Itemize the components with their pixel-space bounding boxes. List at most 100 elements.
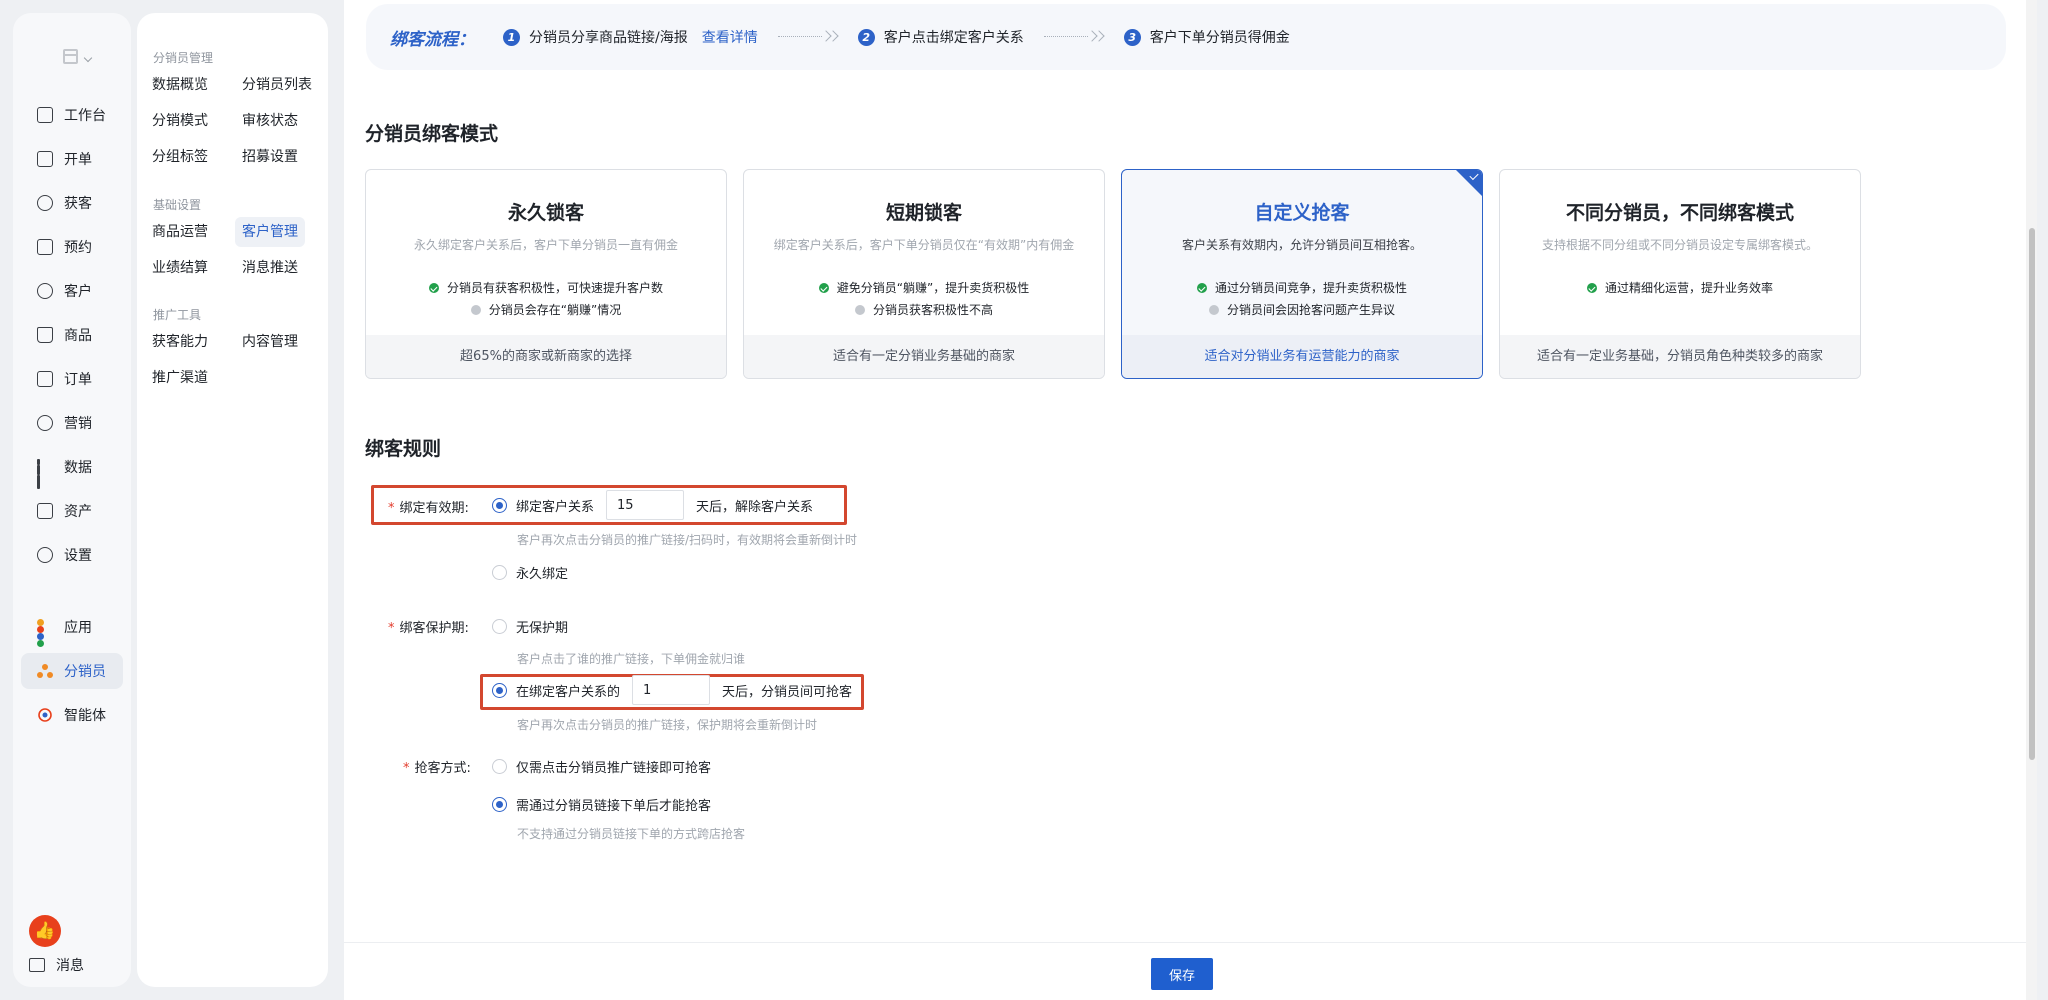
radio-suffix: 天后，分销员间可抢客 [722, 684, 853, 700]
nav-item-settings[interactable]: 设置 [21, 537, 123, 573]
nav-item-label: 分销员 [64, 664, 106, 680]
nav-item-billing[interactable]: 开单 [21, 141, 123, 177]
subnav-link[interactable]: 内容管理 [235, 327, 305, 357]
nav-item-marketing[interactable]: 营销 [21, 405, 123, 441]
flow-step-text: 分销员分享商品链接/海报 [529, 30, 688, 46]
nav-item-assets[interactable]: 资产 [21, 493, 123, 529]
view-details-link[interactable]: 查看详情 [702, 27, 758, 47]
thumbs-up-icon[interactable]: 👍 [29, 915, 61, 947]
grab-option-click[interactable]: 仅需点击分销员推广链接即可抢客 [492, 757, 711, 776]
step-number: 2 [857, 28, 875, 46]
protection-hint: 客户点击了谁的推广链接，下单佣金就归谁 [517, 652, 746, 666]
radio-unchecked[interactable] [492, 759, 507, 774]
subnav-link[interactable]: 推广渠道 [145, 363, 215, 393]
card-subtitle: 永久绑定客户关系后，客户下单分销员一直有佣金 [413, 238, 678, 252]
store-selector[interactable] [63, 45, 99, 73]
scrollbar[interactable] [2026, 0, 2037, 1000]
radio-checked[interactable] [492, 682, 507, 698]
flow-title: 绑客流程： [390, 29, 475, 50]
protection-option-none[interactable]: 无保护期 [492, 617, 568, 636]
protection-option-days[interactable]: 在绑定客户关系的 天后，分销员间可抢客 [492, 675, 852, 705]
subnav-link-customer-management[interactable]: 客户管理 [235, 217, 305, 247]
dot-icon [470, 305, 481, 315]
protection-days-input[interactable] [632, 675, 711, 705]
nav-item-label: 设置 [64, 548, 92, 564]
nav-item-label: 获客 [64, 196, 92, 212]
radio-label: 无保护期 [516, 621, 569, 636]
nav-item-customer[interactable]: 客户 [21, 273, 123, 309]
nav-item-label: 开单 [64, 152, 92, 168]
nav-item-agent[interactable]: 智能体 [21, 697, 123, 733]
radio-label: 仅需点击分销员推广链接即可抢客 [516, 761, 712, 776]
card-point: 分销员会存在“躺赚”情况 [470, 299, 621, 321]
main-content: 绑客流程： 1 分销员分享商品链接/海报 查看详情 2 客户点击绑定客户关系 3… [344, 0, 2037, 1000]
nav-item-label: 工作台 [64, 108, 106, 124]
nav-item-distributor[interactable]: 分销员 [21, 653, 123, 689]
card-subtitle: 支持根据不同分组或不同分销员设定专属绑客模式。 [1541, 238, 1818, 252]
flow-step-text: 客户点击绑定客户关系 [883, 30, 1024, 46]
mode-card-short-term[interactable]: 短期锁客 绑定客户关系后，客户下单分销员仅在“有效期”内有佣金 避免分销员“躺赚… [743, 169, 1105, 379]
primary-nav: 工作台 开单 获客 预约 客户 商品 订单 营销 数据 资产 设置 应用 分销员… [13, 13, 131, 987]
nav-item-acquire[interactable]: 获客 [21, 185, 123, 221]
subnav-link[interactable]: 分组标签 [145, 142, 215, 172]
mode-card-permanent[interactable]: 永久锁客 永久绑定客户关系后，客户下单分销员一直有佣金 分销员有获客积极性，可快… [365, 169, 727, 379]
step-number: 1 [503, 28, 520, 46]
user-icon [37, 283, 53, 299]
card-point: 通过精细化运营，提升业务效率 [1586, 277, 1773, 299]
validity-option-permanent[interactable]: 永久绑定 [492, 563, 568, 582]
document-icon [37, 371, 53, 387]
subnav-link[interactable]: 获客能力 [145, 327, 215, 357]
validity-label: * 绑定有效期: [388, 501, 469, 516]
validity-option-timed[interactable]: 绑定客户关系 天后，解除客户关系 [492, 490, 813, 520]
card-point: 分销员获客积极性不高 [854, 299, 993, 321]
target-icon [37, 415, 53, 431]
subnav-link[interactable]: 商品运营 [145, 217, 215, 247]
card-title: 自定义抢客 [1254, 202, 1350, 224]
subnav-link[interactable]: 分销员列表 [235, 70, 319, 100]
grab-label: * 抢客方式: [403, 761, 471, 776]
mode-card-per-group[interactable]: 不同分销员，不同绑客模式 支持根据不同分组或不同分销员设定专属绑客模式。 通过精… [1499, 169, 1861, 379]
radio-label: 在绑定客户关系的 [516, 684, 621, 700]
protection-label: * 绑客保护期: [388, 621, 469, 636]
card-footer: 超65%的商家或新商家的选择 [366, 335, 726, 378]
card-subtitle: 绑定客户关系后，客户下单分销员仅在“有效期”内有佣金 [773, 238, 1075, 252]
radio-label: 绑定客户关系 [516, 499, 595, 515]
subnav-link[interactable]: 消息推送 [235, 253, 305, 283]
nav-item-label: 订单 [64, 372, 92, 388]
nav-item-workbench[interactable]: 工作台 [21, 97, 123, 133]
nav-item-label: 客户 [64, 284, 92, 300]
mode-card-custom-grab[interactable]: 自定义抢客 客户关系有效期内，允许分销员间互相抢客。 通过分销员间竞争，提升卖货… [1121, 169, 1483, 379]
subnav-link[interactable]: 数据概览 [145, 70, 215, 100]
radio-checked[interactable] [492, 797, 507, 812]
save-button[interactable]: 保存 [1151, 958, 1213, 990]
check-circle-icon [818, 283, 829, 293]
nav-item-apps[interactable]: 应用 [21, 609, 123, 647]
subnav-link[interactable]: 招募设置 [235, 142, 305, 172]
step-number: 3 [1123, 28, 1141, 46]
subnav-link[interactable]: 审核状态 [235, 106, 305, 136]
subnav-link[interactable]: 分销模式 [145, 106, 215, 136]
nav-item-label: 数据 [64, 460, 92, 476]
nav-item-goods[interactable]: 商品 [21, 317, 123, 353]
radio-unchecked[interactable] [492, 565, 507, 580]
validity-days-input[interactable] [606, 490, 685, 520]
grab-option-order[interactable]: 需通过分销员链接下单后才能抢客 [492, 795, 711, 814]
radio-checked[interactable] [492, 497, 507, 513]
radio-unchecked[interactable] [492, 619, 507, 634]
nav-item-booking[interactable]: 预约 [21, 229, 123, 265]
check-circle-icon [428, 283, 439, 293]
scrollbar-thumb[interactable] [2029, 228, 2035, 760]
bar-chart-icon [37, 459, 53, 489]
nav-item-data[interactable]: 数据 [21, 449, 123, 489]
nav-item-orders[interactable]: 订单 [21, 361, 123, 397]
binding-flow-banner: 绑客流程： 1 分销员分享商品链接/海报 查看详情 2 客户点击绑定客户关系 3… [366, 4, 2006, 70]
nav-item-label: 智能体 [64, 708, 106, 724]
grab-hint: 不支持通过分销员链接下单的方式跨店抢客 [517, 827, 746, 841]
subnav-group-title: 基础设置 [153, 198, 202, 212]
subnav-link[interactable]: 业绩结算 [145, 253, 215, 283]
card-point: 避免分销员“躺赚”，提升卖货积极性 [818, 277, 1029, 299]
flow-step-text: 客户下单分销员得佣金 [1149, 30, 1290, 46]
subnav-group-title: 分销员管理 [153, 51, 214, 65]
nav-item-label: 营销 [64, 416, 92, 432]
nav-item-messages[interactable]: 消息 [29, 955, 84, 975]
